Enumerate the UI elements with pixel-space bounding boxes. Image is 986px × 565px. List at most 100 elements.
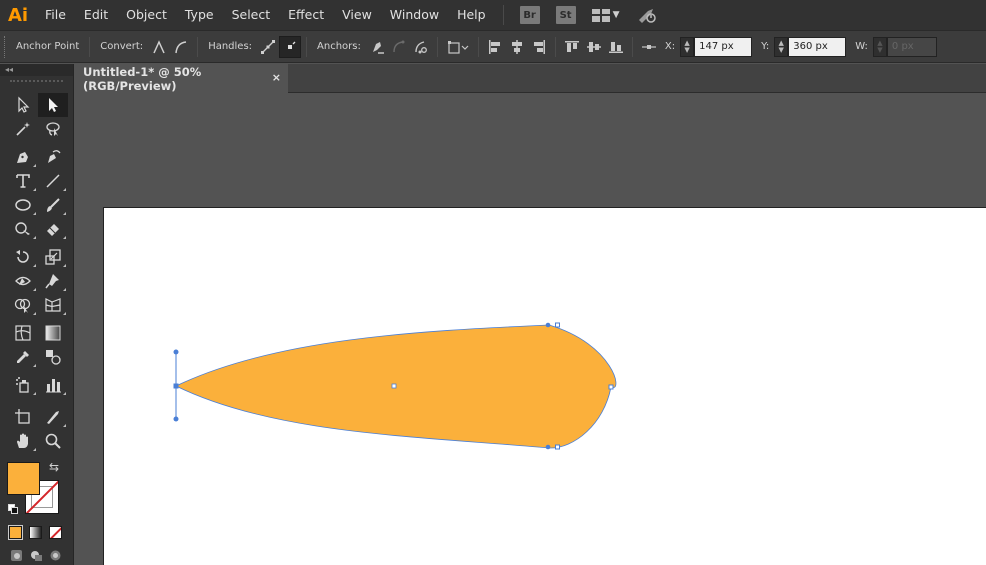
menu-object[interactable]: Object	[117, 0, 176, 30]
column-graph-tool[interactable]	[38, 373, 68, 397]
menu-effect[interactable]: Effect	[279, 0, 333, 30]
draw-behind-button[interactable]	[29, 548, 43, 562]
width-tool[interactable]	[8, 269, 38, 293]
mesh-tool[interactable]	[8, 321, 38, 345]
remove-anchor-button[interactable]	[366, 36, 388, 58]
gradient-mode-button[interactable]	[29, 526, 42, 539]
artboard-tool[interactable]	[8, 405, 38, 429]
scale-tool[interactable]	[38, 245, 68, 269]
menu-select[interactable]: Select	[223, 0, 280, 30]
align-top-button[interactable]	[561, 36, 583, 58]
none-mode-button[interactable]	[49, 526, 62, 539]
anchor-point-top[interactable]	[555, 322, 560, 328]
gradient-tool[interactable]	[38, 321, 68, 345]
x-stepper[interactable]: ▲ ▼	[680, 36, 695, 57]
menu-file[interactable]: File	[36, 0, 75, 30]
pen-minus-icon	[372, 41, 384, 54]
menu-help[interactable]: Help	[448, 0, 495, 30]
tools-panel-grip[interactable]	[10, 80, 63, 90]
rotate-icon	[16, 250, 29, 263]
lasso-tool[interactable]	[38, 117, 68, 141]
isolate-object-icon	[447, 40, 469, 54]
blend-tool[interactable]	[38, 345, 68, 369]
connect-endpoints-button[interactable]	[388, 36, 410, 58]
shaper-tool[interactable]	[8, 217, 38, 241]
fill-color-swatch[interactable]	[7, 462, 40, 495]
selection-tool[interactable]	[8, 93, 38, 117]
hand-tool[interactable]	[8, 429, 38, 453]
line-segment-tool[interactable]	[38, 169, 68, 193]
puppet-pin-icon	[45, 274, 59, 289]
anchor-point-bottom[interactable]	[555, 444, 560, 450]
convert-to-smooth-button[interactable]	[170, 36, 192, 58]
x-input[interactable]	[694, 36, 753, 57]
y-input[interactable]	[788, 36, 847, 57]
control-bar-grip[interactable]	[4, 35, 8, 58]
perspective-grid-tool[interactable]	[38, 293, 68, 317]
color-mode-button[interactable]	[8, 525, 23, 540]
reference-point-button[interactable]	[638, 36, 660, 58]
draw-normal-button[interactable]	[9, 548, 23, 562]
close-icon[interactable]: ×	[272, 71, 281, 84]
handle-point-top-right[interactable]	[545, 322, 551, 328]
reference-point-icon	[641, 44, 656, 49]
zoom-tool[interactable]	[38, 429, 68, 453]
hide-handles-button[interactable]	[279, 35, 302, 58]
convert-to-corner-button[interactable]	[148, 36, 170, 58]
direction-handle-bottom[interactable]	[173, 416, 179, 422]
tools-collapse-toggle[interactable]: ◂◂	[0, 64, 73, 76]
align-bottom-button[interactable]	[605, 36, 627, 58]
paintbrush-tool[interactable]	[38, 193, 68, 217]
direct-selection-tool[interactable]	[38, 93, 68, 117]
gpu-performance-button[interactable]	[636, 6, 658, 24]
eraser-tool[interactable]	[38, 217, 68, 241]
rocket-icon	[638, 9, 656, 23]
pen-tool[interactable]	[8, 145, 38, 169]
curvature-tool[interactable]	[38, 145, 68, 169]
puppet-warp-tool[interactable]	[38, 269, 68, 293]
align-left-button[interactable]	[484, 36, 506, 58]
document-tab[interactable]: Untitled-1* @ 50% (RGB/Preview) ×	[74, 64, 288, 93]
cut-path-button[interactable]	[410, 36, 432, 58]
handle-point-bottom-right[interactable]	[545, 444, 551, 450]
menu-separator	[502, 5, 504, 25]
bridge-button[interactable]: Br	[519, 6, 540, 24]
anchor-point-selected[interactable]	[173, 383, 179, 389]
artwork-layer	[173, 322, 617, 450]
swap-fill-stroke-icon[interactable]: ⇆	[49, 460, 59, 474]
x-label: X:	[664, 41, 676, 52]
menu-view[interactable]: View	[333, 0, 381, 30]
column-graph-icon	[46, 379, 61, 393]
ellipse-tool[interactable]	[8, 193, 38, 217]
scale-icon	[45, 249, 61, 265]
eyedropper-tool[interactable]	[8, 345, 38, 369]
corner-point-icon	[153, 39, 165, 53]
draw-inside-button[interactable]	[48, 548, 62, 562]
y-field: ▲ ▼	[774, 36, 847, 57]
mesh-icon	[15, 325, 31, 341]
y-stepper[interactable]: ▲ ▼	[774, 36, 789, 57]
align-vertical-center-button[interactable]	[583, 36, 605, 58]
shape-builder-tool[interactable]	[8, 293, 38, 317]
align-right-button[interactable]	[528, 36, 550, 58]
anchor-point-right[interactable]	[608, 384, 614, 390]
magic-wand-tool[interactable]	[8, 117, 38, 141]
draw-inside-icon	[50, 550, 60, 560]
menu-edit[interactable]: Edit	[75, 0, 117, 30]
canvas-area[interactable]	[74, 94, 986, 565]
isolate-object-button[interactable]	[443, 36, 473, 58]
draw-behind-icon	[30, 550, 42, 561]
slice-tool[interactable]	[38, 405, 68, 429]
type-tool[interactable]	[8, 169, 38, 193]
show-handles-button[interactable]	[257, 36, 279, 58]
hide-handles-icon	[288, 41, 296, 49]
stock-button[interactable]: St	[555, 6, 576, 24]
symbol-sprayer-tool[interactable]	[8, 373, 38, 397]
menu-window[interactable]: Window	[381, 0, 448, 30]
menu-type[interactable]: Type	[176, 0, 223, 30]
direction-handle-top[interactable]	[173, 349, 179, 355]
arrange-documents-button[interactable]: ▼	[591, 8, 620, 22]
rotate-tool[interactable]	[8, 245, 38, 269]
align-horizontal-center-button[interactable]	[506, 36, 528, 58]
default-fill-stroke-icon[interactable]	[8, 504, 18, 514]
